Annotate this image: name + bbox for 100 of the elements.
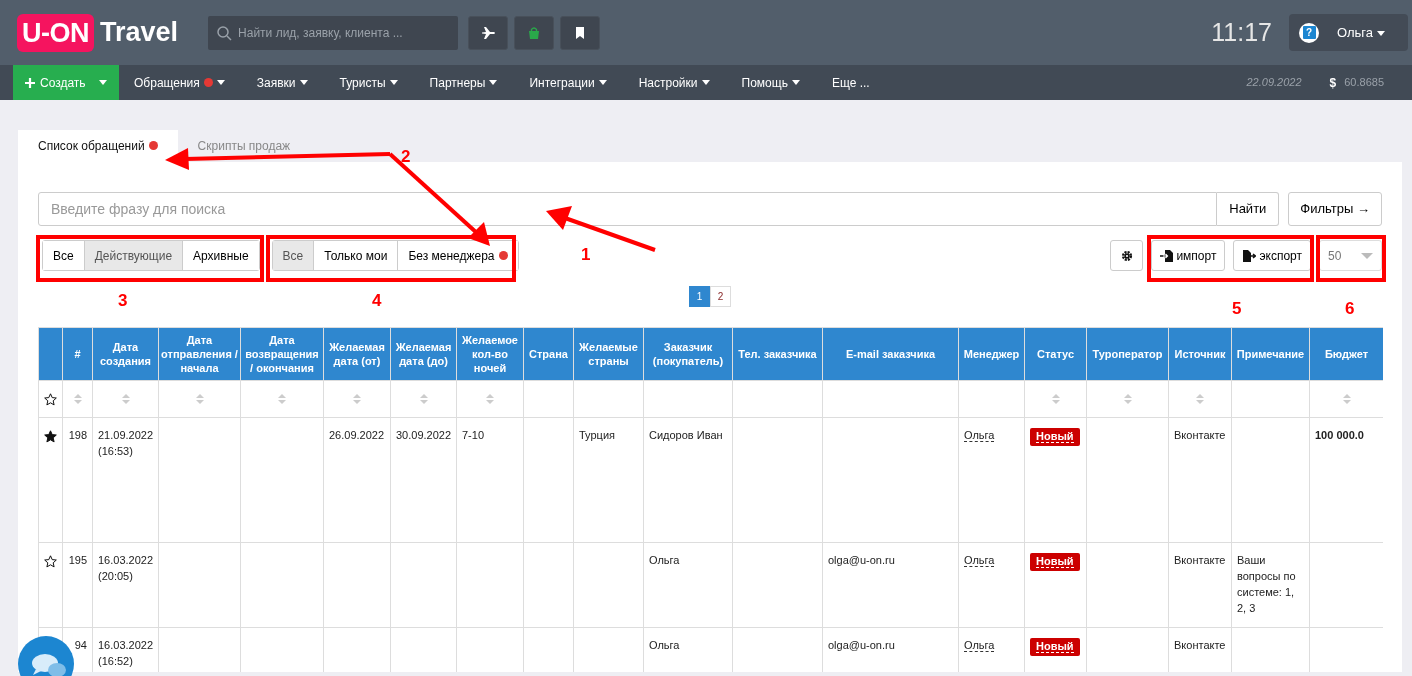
sort-icon[interactable] — [194, 394, 205, 405]
sort-icon[interactable] — [120, 394, 131, 405]
file-import-icon — [1160, 248, 1174, 263]
table-cell: 26.09.2022 — [329, 429, 385, 441]
column-header[interactable]: E-mail заказчика — [822, 327, 959, 381]
toolbar-button[interactable] — [560, 15, 601, 50]
annotation-number: 1 — [581, 244, 591, 266]
table-cell: 30.09.2022 — [396, 429, 452, 441]
table-cell: Сидоров Иван — [649, 429, 723, 441]
sort-icon[interactable] — [277, 394, 287, 405]
filter-button[interactable]: Все — [43, 241, 85, 270]
column-header[interactable]: Дата возвращения / окончания — [240, 327, 324, 381]
column-header[interactable]: Менеджер — [958, 327, 1025, 381]
export-button[interactable]: экспорт — [1233, 240, 1311, 271]
annotation-number: 3 — [118, 290, 128, 312]
column-header[interactable]: Примечание — [1231, 327, 1310, 381]
column-header[interactable]: Желаемые страны — [573, 327, 644, 381]
sort-icon[interactable] — [1341, 394, 1352, 405]
nav-menu-item[interactable]: Настройки — [623, 65, 727, 100]
star-outline-icon — [44, 392, 57, 406]
clock-time: 11:17 — [1211, 16, 1272, 48]
sort-icon[interactable] — [1122, 394, 1133, 405]
column-header[interactable]: Бюджет — [1309, 327, 1383, 381]
manager-link[interactable]: Ольга — [964, 429, 995, 442]
column-header[interactable]: Тел. заказчика — [732, 327, 823, 381]
notification-dot — [148, 141, 158, 150]
plus-icon — [25, 77, 35, 88]
sort-icon[interactable] — [1050, 394, 1061, 405]
logo-mark: U-ON — [17, 13, 94, 52]
sort-icon[interactable] — [418, 394, 429, 405]
table-cell: 94 — [74, 638, 87, 651]
annotation-number: 2 — [401, 146, 411, 168]
sort-icon[interactable] — [352, 394, 362, 405]
table-cell: olga@u-on.ru — [828, 554, 895, 566]
table-cell: 16.03.2022 (16:52) — [98, 638, 154, 667]
column-header[interactable]: Туроператор — [1086, 327, 1169, 381]
table-cell: 16.03.2022 (20:05) — [98, 554, 154, 582]
sort-icon[interactable] — [485, 394, 495, 405]
column-header[interactable]: Статус — [1024, 327, 1087, 381]
notification-dot — [203, 78, 213, 87]
column-header[interactable]: Желаемая дата (от) — [323, 327, 391, 381]
annotation-number: 6 — [1345, 298, 1355, 320]
column-header[interactable]: Заказчик (покупатель) — [643, 327, 733, 381]
filters-button[interactable]: Фильтры → — [1288, 192, 1382, 226]
toolbar-button[interactable] — [468, 15, 509, 50]
notification-dot — [498, 251, 508, 260]
bag-icon — [527, 25, 542, 40]
search-input[interactable]: Введите фразу для поиска — [38, 192, 1218, 226]
star-icon[interactable] — [44, 429, 57, 443]
column-header[interactable]: Дата отправления / начала — [158, 327, 241, 381]
nav-menu-item[interactable]: Заявки — [241, 65, 325, 100]
status-badge: Новый — [1030, 637, 1080, 656]
find-button[interactable]: Найти — [1217, 192, 1280, 226]
annotation-number: 4 — [372, 290, 382, 312]
column-header[interactable]: Желаемое кол-во ночей — [456, 327, 524, 381]
tab[interactable]: Список обращений — [18, 130, 178, 162]
user-menu[interactable]: ? Ольга — [1289, 14, 1408, 51]
annotation-number: 5 — [1232, 298, 1242, 320]
table-cell: 7-10 — [462, 429, 485, 441]
exchange-rate: 60.8685 — [1344, 75, 1384, 91]
sort-icon[interactable] — [1195, 394, 1205, 405]
manager-link[interactable]: Ольга — [964, 638, 995, 652]
nav-menu-item[interactable]: Партнеры — [414, 65, 515, 100]
import-button[interactable]: импорт — [1151, 240, 1226, 271]
column-header[interactable]: Дата создания — [92, 327, 159, 381]
table-cell: Ваши вопросы по системе: 1, 2, 3 — [1237, 554, 1296, 614]
table-cell: Ольга — [649, 638, 680, 651]
nav-menu-item[interactable]: Обращения — [119, 65, 242, 100]
search-field[interactable]: Найти лид, заявку, клиента ... — [208, 15, 459, 50]
table-cell: 195 — [68, 554, 87, 566]
page-button[interactable]: 1 — [689, 286, 710, 307]
table-cell: Вконтакте — [1174, 638, 1226, 651]
current-date: 22.09.2022 — [1246, 75, 1302, 91]
column-header[interactable]: Желаемая дата (до) — [390, 327, 457, 381]
nav-menu-item[interactable]: Интеграции — [514, 65, 624, 100]
table-cell: Вконтакте — [1174, 554, 1226, 566]
manager-link[interactable]: Ольга — [964, 554, 995, 567]
tab[interactable]: Скрипты продаж — [177, 130, 311, 162]
status-badge: Новый — [1030, 428, 1080, 446]
filter-button[interactable]: Действующие — [84, 241, 184, 270]
sort-icon[interactable] — [72, 394, 83, 405]
logo-word: Travel — [100, 16, 179, 50]
currency-sign: $ — [1329, 74, 1337, 92]
column-header[interactable]: Страна — [523, 327, 574, 381]
search-icon — [217, 25, 233, 41]
nav-menu-item[interactable]: Еще ... — [816, 65, 887, 100]
column-header[interactable]: Источник — [1168, 327, 1232, 381]
filter-button[interactable]: Все — [272, 241, 315, 270]
star-outline-icon[interactable] — [44, 554, 57, 568]
page-button[interactable]: 2 — [710, 286, 731, 307]
help-icon[interactable]: ? — [1299, 22, 1319, 43]
budget-value: 100 000.0 — [1315, 429, 1364, 441]
page-size-select[interactable]: 50 — [1319, 240, 1382, 271]
nav-menu-item[interactable]: Помощь — [726, 65, 817, 100]
table-cell: olga@u-on.ru — [828, 638, 895, 651]
column-header[interactable]: # — [62, 327, 93, 381]
nav-menu-item[interactable]: Туристы — [324, 65, 415, 100]
settings-button[interactable] — [1110, 240, 1144, 271]
airplane-icon — [481, 25, 496, 40]
status-badge: Новый — [1030, 553, 1080, 571]
